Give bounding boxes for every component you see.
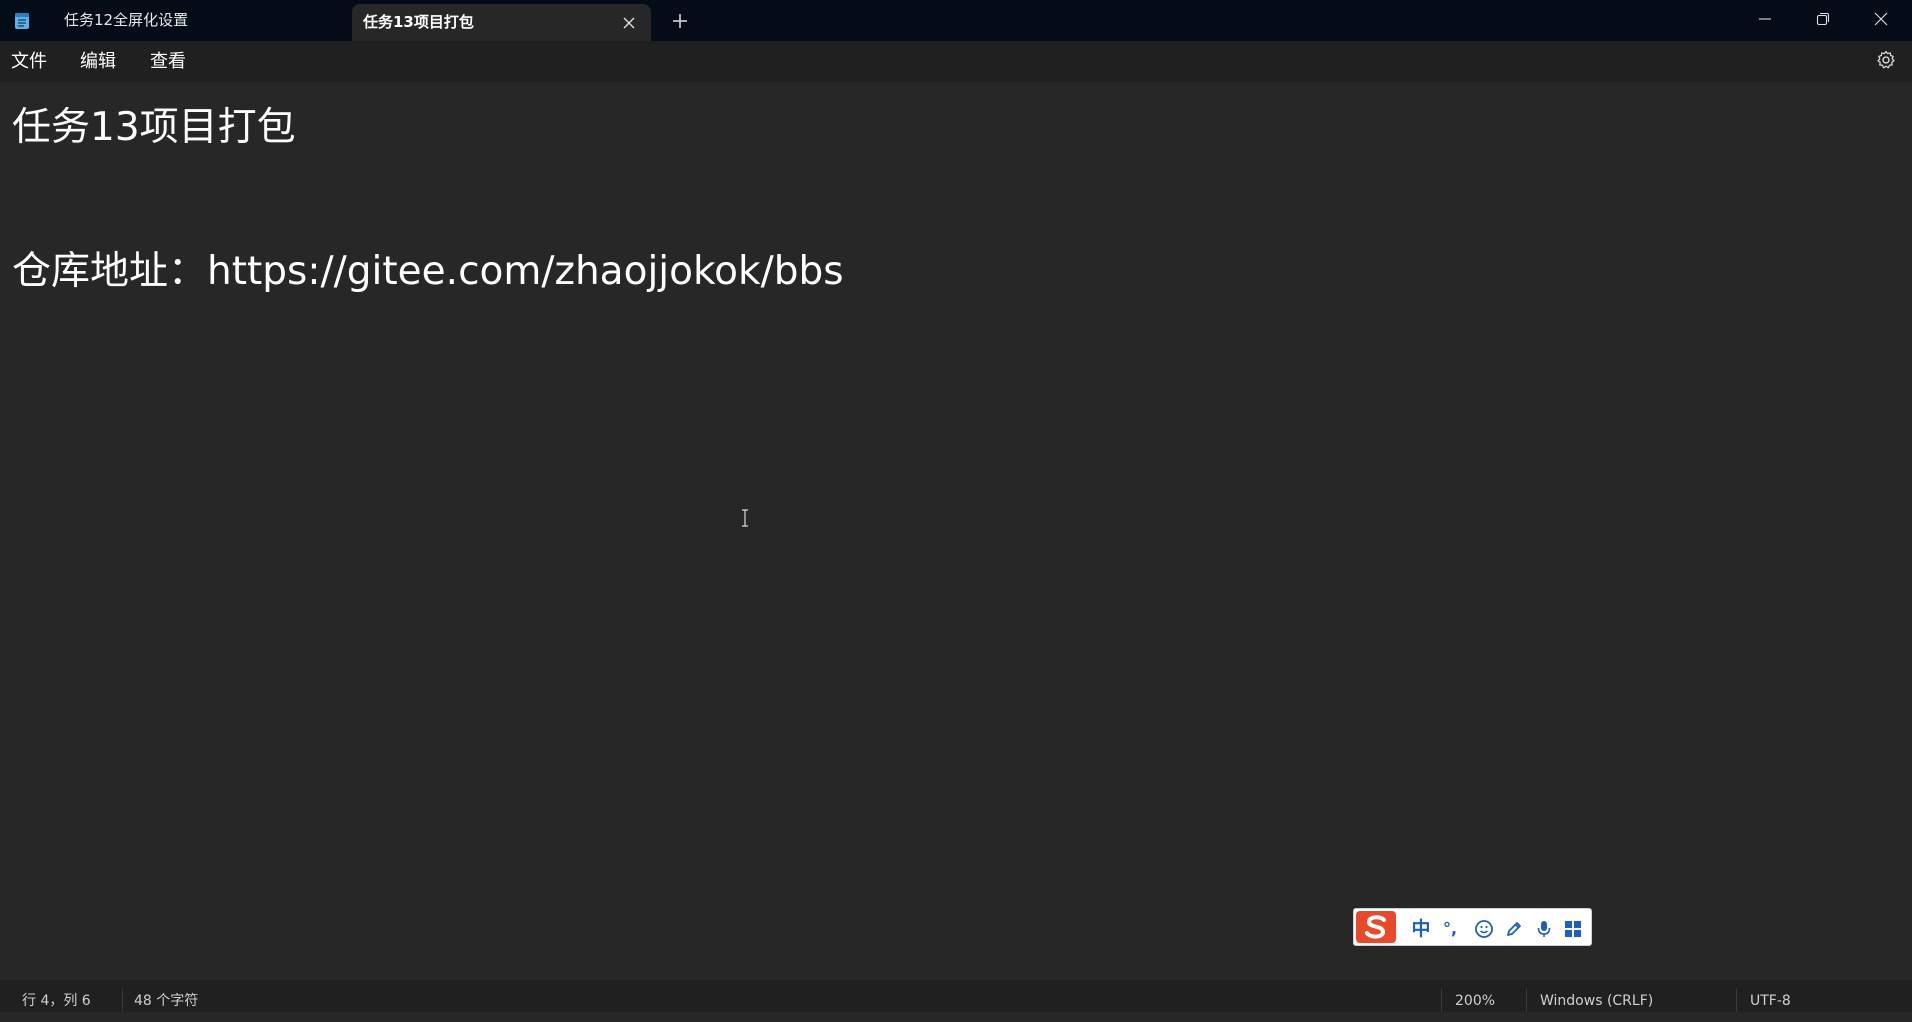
microphone-icon[interactable] <box>1534 919 1554 939</box>
plus-icon[interactable] <box>671 12 689 30</box>
cursor-position: 行 4，列 6 <box>22 993 91 1009</box>
status-divider <box>122 988 123 1012</box>
notepad-app-icon <box>15 13 29 29</box>
close-window-button[interactable] <box>1852 0 1910 38</box>
close-icon <box>1874 12 1888 26</box>
status-divider <box>1736 988 1737 1012</box>
menu-view[interactable]: 查看 <box>150 41 186 82</box>
character-count: 48 个字符 <box>134 993 199 1009</box>
ime-punctuation-toggle[interactable]: °, <box>1439 919 1461 939</box>
pen-icon[interactable] <box>1504 919 1524 939</box>
tab-inactive[interactable]: 任务12全屏化设置 <box>48 0 348 41</box>
ime-toolbar: 中 °, <box>1353 908 1592 946</box>
gear-icon[interactable] <box>1876 50 1896 70</box>
minimize-button[interactable] <box>1736 0 1794 38</box>
toolbox-grid-icon[interactable] <box>1563 919 1583 939</box>
zoom-level[interactable]: 200% <box>1455 980 1495 1012</box>
menu-file[interactable]: 文件 <box>11 41 47 82</box>
text-cursor-icon <box>742 509 748 527</box>
restore-button[interactable] <box>1794 0 1852 38</box>
menu-edit[interactable]: 编辑 <box>80 41 116 82</box>
encoding[interactable]: UTF-8 <box>1750 980 1791 1012</box>
sogou-logo-icon[interactable] <box>1356 911 1396 943</box>
editor-line: 任务13项目打包 <box>12 105 296 150</box>
tab-label: 任务13项目打包 <box>363 13 474 31</box>
ime-mode-toggle[interactable]: 中 <box>1410 919 1432 939</box>
text-editor[interactable]: 任务13项目打包 仓库地址：https://gitee.com/zhaojjok… <box>0 82 1912 980</box>
editor-line: 仓库地址：https://gitee.com/zhaojjokok/bbs <box>12 249 844 294</box>
emoji-icon[interactable] <box>1474 919 1494 939</box>
status-bar: 行 4，列 6 48 个字符 200% Windows (CRLF) UTF-8 <box>0 980 1912 1012</box>
close-icon[interactable] <box>621 15 637 31</box>
tab-label: 任务12全屏化设置 <box>64 11 189 29</box>
line-ending[interactable]: Windows (CRLF) <box>1540 980 1653 1012</box>
restore-icon <box>1816 12 1830 26</box>
minimize-icon <box>1759 18 1771 20</box>
tab-active[interactable]: 任务13项目打包 <box>352 4 651 41</box>
title-bar: 任务12全屏化设置 任务13项目打包 <box>0 0 1912 41</box>
status-divider <box>1526 988 1527 1012</box>
status-divider <box>1441 988 1442 1012</box>
menu-bar: 文件 编辑 查看 <box>0 41 1912 82</box>
